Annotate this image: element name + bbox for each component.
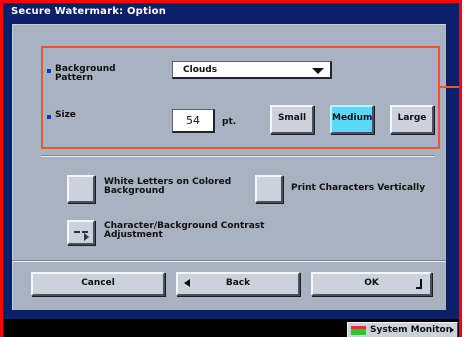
outer-frame <box>0 0 462 337</box>
